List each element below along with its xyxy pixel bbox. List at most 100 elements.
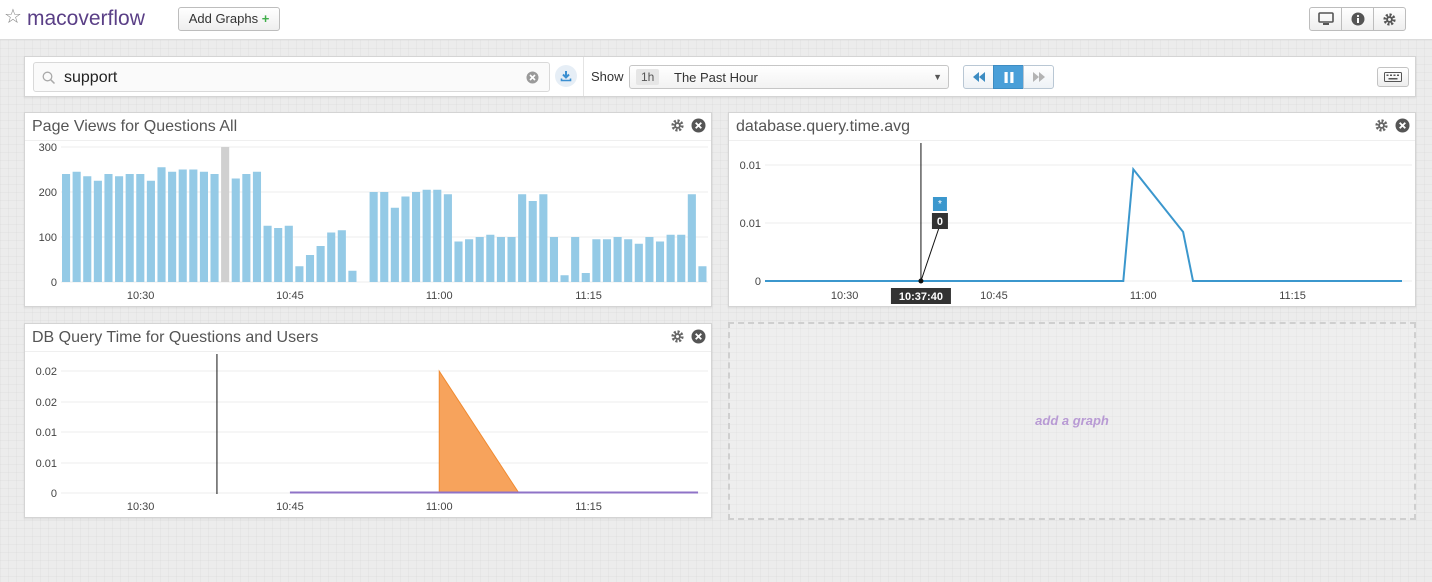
settings-button[interactable] (1373, 7, 1406, 31)
db-avg-line-chart: 0 0.01 0.01 * 0 10:30 10:45 11:00 11:15 10:37:40 (740, 143, 1412, 304)
bar (486, 234, 495, 282)
bar (295, 266, 304, 282)
bar (560, 275, 569, 282)
bar (412, 192, 421, 282)
fast-forward-icon (1032, 72, 1045, 82)
bar (178, 169, 187, 282)
bar (422, 189, 431, 282)
y-tick-label: 100 (39, 232, 57, 244)
download-icon (560, 71, 572, 82)
y-tick-label: 0.01 (36, 458, 57, 470)
keyboard-icon (1384, 72, 1402, 82)
bar (677, 234, 686, 282)
bar (305, 255, 315, 282)
timeframe-value: The Past Hour (674, 70, 758, 85)
bar (93, 180, 102, 282)
x-tick-label: 10:45 (980, 290, 1008, 302)
y-tick-label: 300 (39, 142, 57, 154)
graph-db-query-avg: database.query.time.avg 0 0.01 0.01 * 0 10:30… (728, 112, 1416, 307)
bar (549, 237, 559, 282)
search-timeframe-bar: Show 1h The Past Hour ▼ (24, 56, 1416, 97)
bar (496, 237, 505, 282)
pause-icon (1004, 71, 1013, 83)
monitor-icon (1317, 12, 1334, 25)
add-graphs-label: Add Graphs (188, 11, 259, 26)
add-graph-dropzone[interactable]: add a graph (728, 322, 1416, 520)
y-tick-label: 0.02 (36, 366, 57, 378)
info-icon (1351, 12, 1364, 26)
chevron-down-icon: ▼ (933, 72, 942, 82)
bar (369, 192, 378, 282)
info-button[interactable] (1341, 7, 1374, 31)
download-button[interactable] (555, 65, 577, 87)
bar (348, 270, 357, 282)
x-tick-label: 11:00 (426, 501, 453, 513)
x-tick-label: 11:15 (575, 501, 602, 513)
bar (263, 225, 272, 282)
top-bar: ☆ macoverflow Add Graphs + (0, 0, 1432, 40)
y-tick-label: 0 (51, 488, 57, 500)
bar (539, 194, 548, 282)
star-icon[interactable]: ☆ (4, 7, 22, 27)
bar (83, 176, 92, 282)
timeframe-badge: 1h (636, 69, 660, 85)
playback-controls (963, 65, 1054, 89)
y-tick-label: 0.01 (740, 218, 761, 230)
y-tick-label: 0.01 (740, 160, 761, 172)
marker-star: * (938, 199, 942, 210)
add-graph-label: add a graph (1035, 413, 1109, 428)
bar (645, 237, 654, 282)
rewind-button[interactable] (963, 65, 994, 89)
pause-button[interactable] (993, 65, 1024, 89)
cursor-time-label: 10:37:40 (899, 291, 943, 303)
clear-icon[interactable] (526, 71, 539, 84)
bar (136, 174, 145, 282)
page-views-bar-chart: 0 100 200 300 10:30 10:45 11:00 11:15 (39, 142, 708, 302)
y-tick-label: 200 (39, 187, 57, 199)
bar (518, 194, 527, 282)
bar (433, 189, 442, 282)
bar (507, 237, 516, 282)
show-label: Show (591, 69, 624, 84)
x-tick-label: 11:00 (1130, 290, 1157, 302)
plus-icon: + (261, 11, 270, 26)
bar (72, 171, 81, 282)
y-tick-label: 0.02 (36, 397, 57, 409)
search-box (33, 62, 550, 92)
bar (613, 237, 622, 282)
bar (252, 171, 262, 282)
bar (592, 239, 601, 282)
timeframe-select[interactable]: 1h The Past Hour ▼ (629, 65, 949, 89)
fast-forward-button[interactable] (1023, 65, 1054, 89)
graph-page-views: Page Views for Questions All 0 100 200 300 1… (24, 112, 712, 307)
marker-value: 0 (937, 216, 943, 228)
bar (454, 241, 463, 282)
bar (274, 228, 283, 282)
bar (655, 241, 665, 282)
search-input[interactable] (64, 67, 514, 89)
bar (189, 169, 198, 282)
bar (62, 174, 71, 282)
bar (634, 243, 643, 282)
add-graphs-button[interactable]: Add Graphs + (178, 7, 280, 31)
dashboard-title: macoverflow (27, 7, 145, 30)
bar (465, 239, 474, 282)
bar (157, 167, 166, 282)
bar (475, 237, 484, 282)
rewind-icon (972, 72, 985, 82)
bar (242, 174, 251, 282)
bar (380, 192, 389, 282)
bar (284, 225, 293, 282)
bar (221, 147, 230, 282)
x-tick-label: 11:15 (575, 290, 602, 302)
x-tick-label: 10:30 (127, 501, 155, 513)
x-tick-label: 10:45 (276, 501, 304, 513)
x-tick-label: 10:30 (831, 290, 859, 302)
tv-mode-button[interactable] (1309, 7, 1342, 31)
graph-db-query-time: DB Query Time for Questions and Users 00… (24, 323, 712, 518)
keyboard-shortcuts-button[interactable] (1377, 67, 1409, 87)
bar (231, 178, 240, 282)
x-tick-label: 10:30 (127, 290, 155, 302)
bar (210, 174, 219, 282)
x-tick-label: 11:15 (1279, 290, 1306, 302)
